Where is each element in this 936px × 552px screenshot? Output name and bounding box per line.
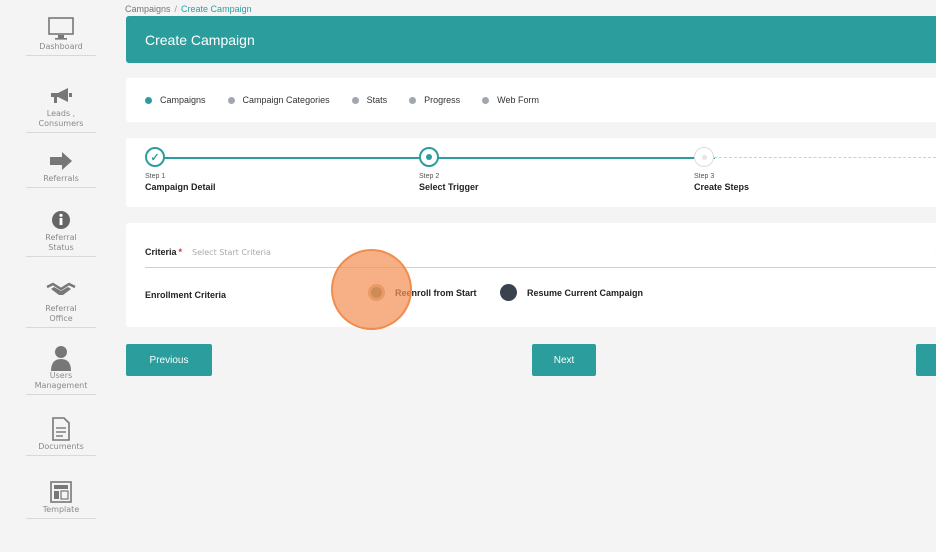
criteria-select[interactable]: Criteria* Select Start Criteria ⌄	[145, 245, 936, 268]
page-header: Create Campaign	[126, 16, 936, 63]
sidebar-item-label: Referrals	[43, 174, 79, 183]
sidebar-item-users-management[interactable]: Users Management	[26, 345, 96, 395]
step-2-current-icon[interactable]	[419, 147, 439, 167]
sidebar-item-referral-status[interactable]: Referral Status	[26, 207, 96, 257]
tab-label: Campaigns	[160, 95, 206, 105]
progress-stepper: ✓ Step 1 Campaign Detail Step 2 Select T…	[126, 138, 936, 207]
criteria-label: Criteria *	[145, 247, 183, 257]
tab-dot-icon	[351, 96, 359, 104]
step-1: Step 1 Campaign Detail	[145, 173, 216, 192]
step-number: Step 3	[694, 173, 715, 180]
info-icon	[51, 207, 71, 233]
tab-label: Campaign Categories	[242, 95, 330, 105]
tabs-bar: Campaigns Campaign Categories Stats Prog…	[126, 78, 936, 122]
sidebar-item-label: Referral Status	[45, 233, 77, 252]
tab-dot-icon	[145, 96, 152, 104]
breadcrumb-separator: /	[174, 4, 178, 14]
radio-unselected-icon	[500, 284, 517, 301]
tab-web-form[interactable]: Web Form	[482, 95, 539, 105]
monitor-icon	[48, 16, 74, 42]
required-mark: *	[178, 247, 183, 257]
document-icon	[51, 416, 71, 442]
template-icon	[50, 479, 72, 505]
enrollment-criteria-label: Enrollment Criteria	[145, 290, 227, 300]
tab-campaign-categories[interactable]: Campaign Categories	[227, 95, 330, 105]
tab-progress[interactable]: Progress	[409, 95, 460, 105]
sidebar-item-label: Template	[42, 505, 80, 514]
sidebar-item-referral-office[interactable]: Referral Office	[26, 278, 96, 328]
tab-label: Web Form	[497, 95, 539, 105]
radio-label: Resume Current Campaign	[527, 287, 644, 298]
breadcrumb-current: Create Campaign	[181, 4, 252, 14]
next-button[interactable]: Next	[532, 344, 596, 376]
stepper-line-pending	[714, 157, 936, 158]
step-name: Select Trigger	[419, 182, 479, 192]
step-name: Create Steps	[694, 182, 750, 192]
handshake-icon	[46, 278, 76, 304]
trigger-form: Criteria* Select Start Criteria ⌄ Enroll…	[126, 223, 936, 327]
sidebar: Dashboard Leads , Consumers Referrals Re…	[0, 0, 104, 552]
click-indicator	[331, 249, 412, 330]
sidebar-item-label: Leads , Consumers	[38, 109, 84, 128]
sidebar-item-documents[interactable]: Documents	[26, 416, 96, 456]
submit-button[interactable]	[916, 344, 936, 376]
breadcrumb: Campaigns / Create Campaign	[125, 4, 252, 14]
sidebar-item-leads-consumers[interactable]: Leads , Consumers	[26, 83, 96, 133]
sidebar-item-label: Documents	[38, 442, 84, 451]
sidebar-item-referrals[interactable]: Referrals	[26, 148, 96, 188]
step-number: Step 2	[419, 173, 440, 180]
tab-label: Stats	[366, 95, 388, 105]
step-name: Campaign Detail	[145, 182, 216, 192]
tab-dot-icon	[409, 96, 417, 104]
step-1-check-icon[interactable]: ✓	[145, 147, 165, 167]
user-icon	[50, 345, 72, 371]
megaphone-icon	[48, 83, 74, 109]
tab-campaigns[interactable]: Campaigns	[145, 95, 206, 105]
page-title: Create Campaign	[145, 31, 255, 48]
previous-button[interactable]: Previous	[126, 344, 212, 376]
step-2: Step 2 Select Trigger	[419, 173, 479, 192]
sidebar-item-dashboard[interactable]: Dashboard	[26, 16, 96, 56]
sidebar-item-label: Referral Office	[45, 304, 77, 323]
radio-resume-current-campaign[interactable]: Resume Current Campaign	[500, 284, 643, 301]
tab-stats[interactable]: Stats	[351, 95, 388, 105]
arrow-right-icon	[48, 148, 74, 174]
sidebar-item-label: Users Management	[34, 371, 88, 390]
sidebar-item-template[interactable]: Template	[26, 479, 96, 519]
step-number: Step 1	[145, 173, 166, 180]
step-3-pending-icon[interactable]	[694, 147, 714, 167]
sidebar-item-label: Dashboard	[39, 42, 83, 51]
tab-label: Progress	[424, 95, 461, 105]
tab-dot-icon	[482, 96, 490, 104]
breadcrumb-link-campaigns[interactable]: Campaigns	[125, 4, 171, 14]
step-3: Step 3 Create Steps	[694, 173, 749, 192]
tab-dot-icon	[227, 96, 235, 104]
criteria-placeholder: Select Start Criteria	[192, 248, 271, 257]
